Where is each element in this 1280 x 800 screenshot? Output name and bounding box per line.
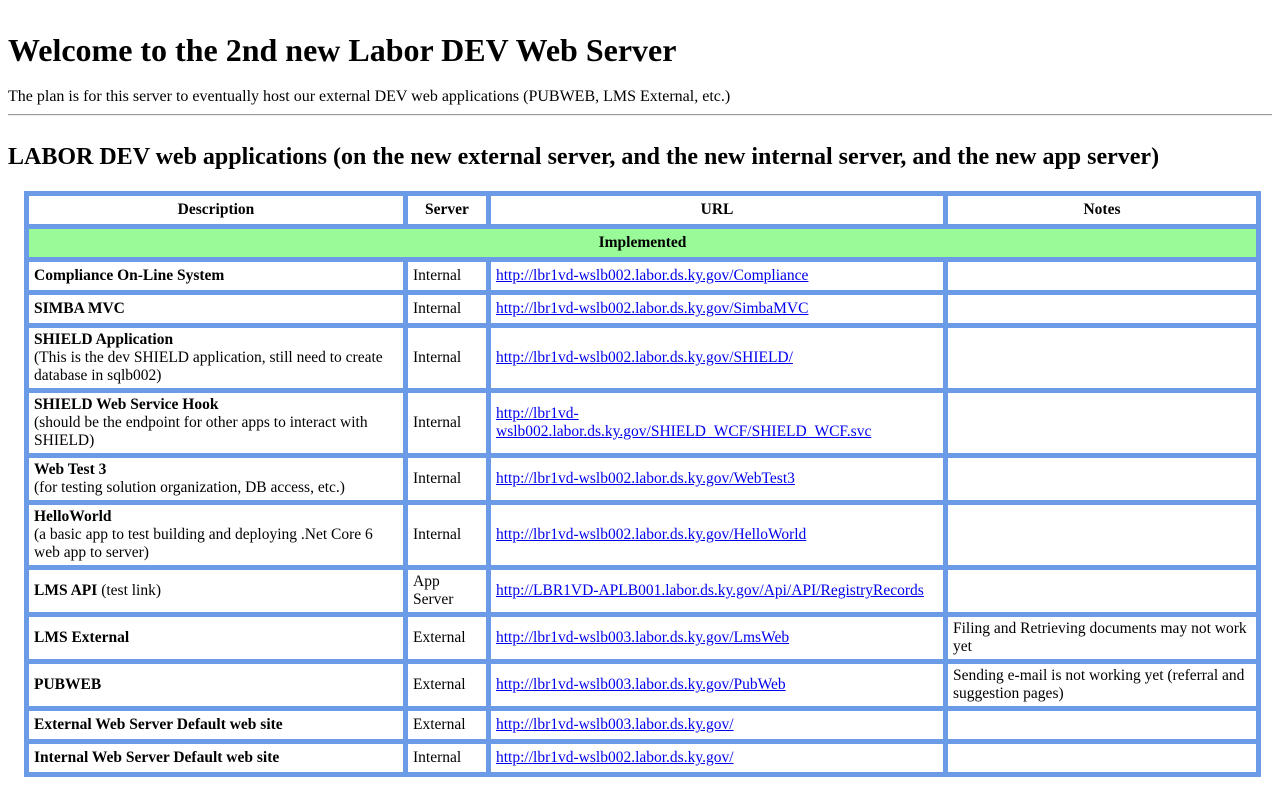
cell-description: Compliance On-Line System [29,262,403,290]
app-detail: (a basic app to test building and deploy… [34,526,373,561]
app-detail: (This is the dev SHIELD application, sti… [34,349,383,384]
cell-description: PUBWEB [29,664,403,706]
table-header-row: Description Server URL Notes [29,196,1256,224]
table-row: Internal Web Server Default web site Inte… [29,744,1256,772]
app-link[interactable]: http://lbr1vd-wslb003.labor.ds.ky.gov/Lm… [496,629,789,646]
table-row: PUBWEB External http://lbr1vd-wslb003.labo… [29,664,1256,706]
cell-description: SHIELD Application (This is the dev SHIEL… [29,328,403,388]
header-url: URL [491,196,943,224]
app-name: Web Test 3 [34,461,107,478]
app-name: HelloWorld [34,508,112,525]
app-name: Compliance On-Line System [34,267,225,284]
app-link[interactable]: http://lbr1vd-wslb002.labor.ds.ky.gov/Si… [496,300,808,317]
cell-description: External Web Server Default web site [29,711,403,739]
app-name: PUBWEB [34,676,102,693]
header-description: Description [29,196,403,224]
cell-notes: Filing and Retrieving documents may not … [948,617,1256,659]
cell-description: SHIELD Web Service Hook (should be the en… [29,393,403,453]
cell-url: http://lbr1vd-wslb002.labor.ds.ky.gov/Co… [491,262,943,290]
cell-url: http://lbr1vd-wslb002.labor.ds.ky.gov/Si… [491,295,943,323]
cell-description: Internal Web Server Default web site [29,744,403,772]
cell-url: http://lbr1vd-wslb002.labor.ds.ky.gov/ [491,744,943,772]
cell-url: http://lbr1vd-wslb002.labor.ds.ky.gov/SH… [491,393,943,453]
apps-heading: LABOR DEV web applications (on the new e… [8,144,1160,170]
table-row: Compliance On-Line System Internal http://… [29,262,1256,290]
app-name: Internal Web Server Default web site [34,749,280,766]
cell-url: http://LBR1VD-APLB001.labor.ds.ky.gov/Ap… [491,570,943,612]
app-detail: (test link) [101,582,162,599]
cell-url: http://lbr1vd-wslb002.labor.ds.ky.gov/He… [491,505,943,565]
cell-notes [948,570,1256,612]
table-row: External Web Server Default web site Exte… [29,711,1256,739]
cell-url: http://lbr1vd-wslb002.labor.ds.ky.gov/We… [491,458,943,500]
cell-description: SIMBA MVC [29,295,403,323]
table-row: LMS External External http://lbr1vd-wslb00… [29,617,1256,659]
cell-description: LMS External [29,617,403,659]
table-row: SHIELD Web Service Hook (should be the en… [29,393,1256,453]
section-row-implemented: Implemented [29,229,1256,257]
horizontal-rule [8,114,1272,116]
cell-notes: Sending e-mail is not working yet (refer… [948,664,1256,706]
cell-description: LMS API (test link) [29,570,403,612]
cell-url: http://lbr1vd-wslb003.labor.ds.ky.gov/Pu… [491,664,943,706]
app-detail: (for testing solution organization, DB a… [34,479,345,496]
cell-notes [948,505,1256,565]
cell-url: http://lbr1vd-wslb003.labor.ds.ky.gov/ [491,711,943,739]
table-row: HelloWorld (a basic app to test building … [29,505,1256,565]
table-row: SIMBA MVC Internal http://lbr1vd-wslb002.l… [29,295,1256,323]
cell-notes [948,711,1256,739]
cell-server: External [408,664,486,706]
cell-notes [948,295,1256,323]
app-link[interactable]: http://lbr1vd-wslb003.labor.ds.ky.gov/ [496,716,734,733]
table-row: SHIELD Application (This is the dev SHIEL… [29,328,1256,388]
cell-server: Internal [408,458,486,500]
app-link[interactable]: http://lbr1vd-wslb002.labor.ds.ky.gov/SH… [496,405,871,440]
cell-description: HelloWorld (a basic app to test building … [29,505,403,565]
cell-notes [948,458,1256,500]
cell-server: App Server [408,570,486,612]
cell-notes [948,328,1256,388]
cell-url: http://lbr1vd-wslb003.labor.ds.ky.gov/Lm… [491,617,943,659]
app-name: SHIELD Web Service Hook [34,396,219,413]
table-row: Web Test 3 (for testing solution organiza… [29,458,1256,500]
cell-description: Web Test 3 (for testing solution organiza… [29,458,403,500]
app-link[interactable]: http://lbr1vd-wslb002.labor.ds.ky.gov/Co… [496,267,808,284]
app-detail: (should be the endpoint for other apps t… [34,414,368,449]
cell-server: Internal [408,505,486,565]
app-link[interactable]: http://LBR1VD-APLB001.labor.ds.ky.gov/Ap… [496,582,924,599]
app-name: LMS API [34,582,98,599]
cell-server: Internal [408,328,486,388]
cell-server: Internal [408,744,486,772]
app-name: SIMBA MVC [34,300,125,317]
cell-notes [948,393,1256,453]
table-row: LMS API (test link) App Server http://LBR1… [29,570,1256,612]
header-notes: Notes [948,196,1256,224]
section-label: Implemented [29,229,1256,257]
app-link[interactable]: http://lbr1vd-wslb002.labor.ds.ky.gov/He… [496,526,806,543]
cell-server: External [408,617,486,659]
app-link[interactable]: http://lbr1vd-wslb002.labor.ds.ky.gov/ [496,749,734,766]
app-name: SHIELD Application [34,331,174,348]
app-name: External Web Server Default web site [34,716,283,733]
header-server: Server [408,196,486,224]
intro-text: The plan is for this server to eventuall… [8,88,731,105]
cell-server: Internal [408,393,486,453]
page-title: Welcome to the 2nd new Labor DEV Web Ser… [8,32,677,68]
app-name: LMS External [34,629,130,646]
cell-server: Internal [408,295,486,323]
cell-notes [948,262,1256,290]
app-link[interactable]: http://lbr1vd-wslb002.labor.ds.ky.gov/SH… [496,349,793,366]
cell-server: Internal [408,262,486,290]
cell-url: http://lbr1vd-wslb002.labor.ds.ky.gov/SH… [491,328,943,388]
app-link[interactable]: http://lbr1vd-wslb002.labor.ds.ky.gov/We… [496,470,795,487]
app-link[interactable]: http://lbr1vd-wslb003.labor.ds.ky.gov/Pu… [496,676,786,693]
cell-server: External [408,711,486,739]
cell-notes [948,744,1256,772]
apps-table: Description Server URL Notes Implemented… [24,191,1261,777]
